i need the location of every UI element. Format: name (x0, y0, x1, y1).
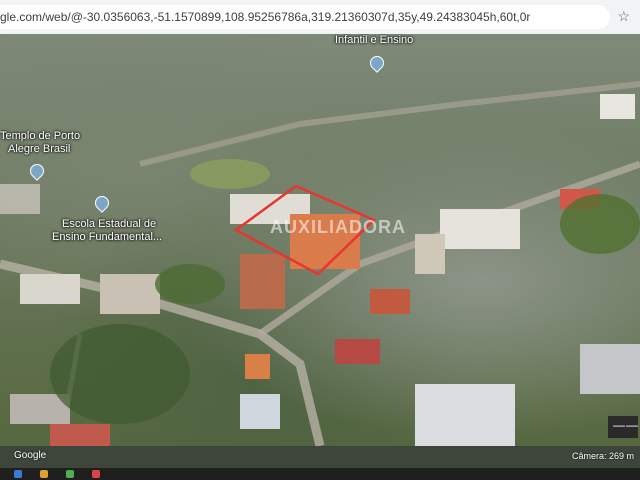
watermark-text: AUXILIADORA (270, 217, 406, 237)
folder-icon[interactable] (40, 470, 48, 478)
bookmark-star-icon[interactable]: ☆ (617, 8, 630, 25)
map-label-school-top[interactable]: Infantil e Ensino (335, 34, 413, 47)
browser-address-bar: gle.com/web/@-30.0356063,-51.1570899,108… (0, 0, 640, 34)
map-label-temple-line2[interactable]: Alegre Brasil (8, 143, 70, 156)
satellite-map-view[interactable]: Infantil e Ensino Templo de Porto Alegre… (0, 34, 640, 446)
map-navigation-control[interactable]: — — (608, 416, 638, 438)
app-icon[interactable] (92, 470, 100, 478)
map-footer-bar (0, 446, 640, 468)
minus-icon-2: — (626, 418, 638, 432)
url-text[interactable]: gle.com/web/@-30.0356063,-51.1570899,108… (0, 10, 530, 24)
taskbar (0, 468, 640, 480)
google-attribution: Google (14, 450, 47, 461)
map-label-school-line2[interactable]: Ensino Fundamental... (52, 231, 162, 244)
start-icon[interactable] (14, 470, 22, 478)
minus-icon: — (613, 418, 625, 432)
camera-altitude: Câmera: 269 m (571, 451, 634, 461)
map-label-school-line1[interactable]: Escola Estadual de (62, 218, 156, 231)
chrome-icon[interactable] (66, 470, 74, 478)
map-label-temple-line1[interactable]: Templo de Porto (0, 130, 80, 143)
